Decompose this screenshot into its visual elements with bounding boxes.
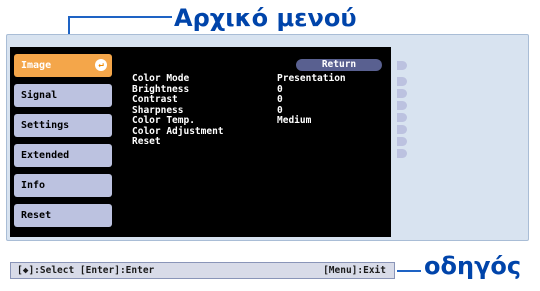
return-button[interactable]: Return: [296, 59, 382, 71]
sidebar-item-extended[interactable]: Extended: [14, 144, 112, 167]
callout-line-guide: [397, 270, 421, 272]
row-indicator: [397, 101, 407, 110]
row-indicator: [397, 137, 407, 146]
sidebar-item-settings[interactable]: Settings: [14, 114, 112, 137]
sidebar-item-info[interactable]: Info: [14, 174, 112, 197]
sidebar-item-reset[interactable]: Reset: [14, 204, 112, 227]
setting-reset[interactable]: Reset: [132, 136, 161, 148]
setting-contrast[interactable]: Contrast: [132, 94, 178, 106]
sidebar-item-label: Settings: [21, 120, 70, 131]
setting-color-mode[interactable]: Color Mode: [132, 73, 189, 85]
row-indicator: [397, 61, 407, 70]
row-indicator: [397, 149, 407, 158]
setting-color-temp[interactable]: Color Temp.: [132, 115, 195, 127]
sidebar-item-label: Signal: [21, 90, 58, 101]
row-indicator: [397, 113, 407, 122]
setting-value: Medium: [277, 115, 312, 126]
sidebar-item-label: Info: [21, 180, 46, 191]
main-menu-sidebar: Image ↵ Signal Settings Extended Info Re…: [10, 47, 116, 237]
guide-exit: [Menu]:Exit: [323, 265, 386, 276]
row-indicator: [397, 125, 407, 134]
sidebar-item-label: Extended: [21, 150, 70, 161]
guide-bar: [◆]:Select [Enter]:Enter [Menu]:Exit: [10, 262, 395, 279]
sidebar-item-image[interactable]: Image ↵: [14, 54, 112, 77]
sidebar-item-label: Reset: [21, 210, 52, 221]
callout-line-top-horizontal: [68, 16, 172, 18]
guide-callout: οδηγός: [424, 252, 522, 280]
setting-value: Presentation: [277, 73, 346, 84]
guide-select-enter: [◆]:Select [Enter]:Enter: [17, 265, 155, 276]
enter-icon: ↵: [95, 59, 107, 71]
row-indicator: [397, 89, 407, 98]
sidebar-item-signal[interactable]: Signal: [14, 84, 112, 107]
main-menu-callout: Αρχικό μενού: [174, 4, 357, 32]
sidebar-item-label: Image: [21, 60, 52, 71]
setting-value: 0: [277, 94, 283, 105]
row-indicator: [397, 77, 407, 86]
